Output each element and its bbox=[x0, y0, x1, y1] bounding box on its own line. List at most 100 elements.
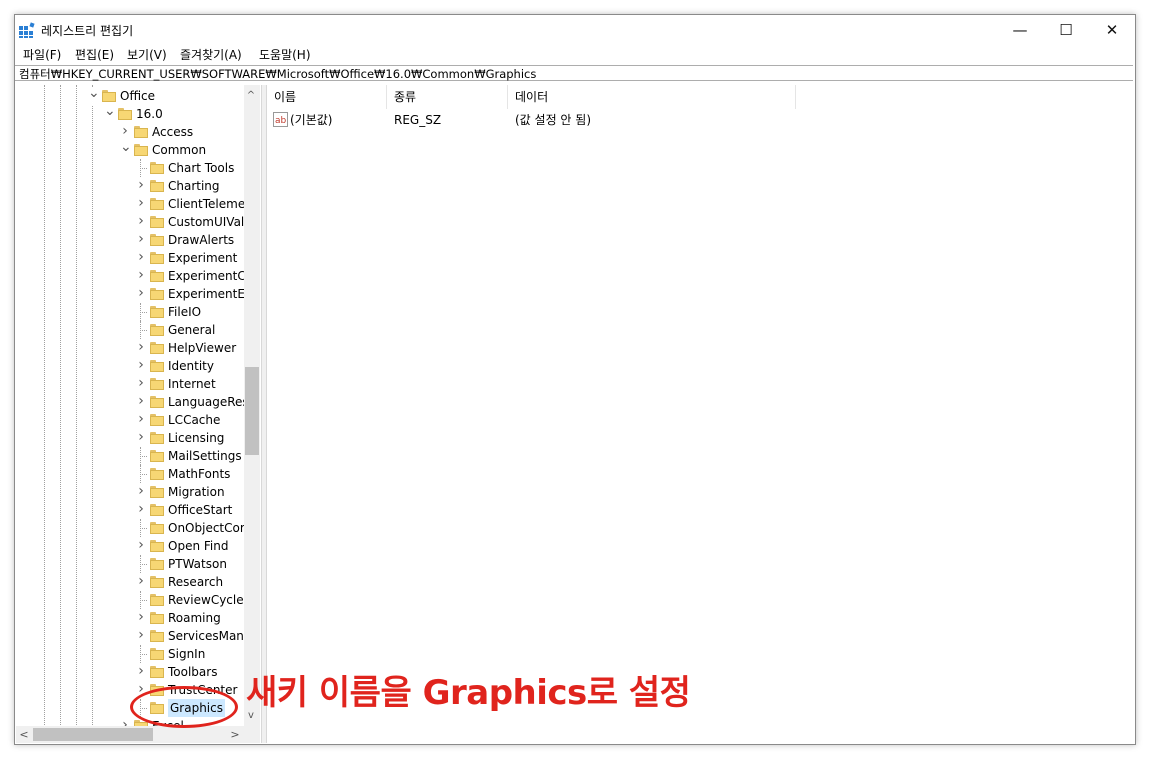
collapse-chevron-icon[interactable]: ⌄ bbox=[104, 104, 116, 123]
registry-editor-icon bbox=[19, 22, 35, 38]
tree-item[interactable]: › Charting bbox=[16, 177, 260, 195]
tree-item[interactable]: › Licensing bbox=[16, 429, 260, 447]
tree-item[interactable]: › Identity bbox=[16, 357, 260, 375]
tree-item[interactable]: ⌄ Office bbox=[16, 86, 260, 105]
tree-item[interactable]: › CustomUIValid bbox=[16, 213, 260, 231]
tree-item-label: OnObjectCom bbox=[168, 521, 252, 535]
expand-chevron-icon[interactable]: › bbox=[136, 213, 146, 231]
expand-chevron-icon[interactable]: › bbox=[136, 177, 146, 195]
tree-vertical-scroll-thumb[interactable] bbox=[245, 367, 259, 455]
tree-item[interactable]: ReviewCycle bbox=[16, 591, 260, 609]
folder-icon bbox=[150, 468, 164, 480]
collapse-chevron-icon[interactable]: ⌄ bbox=[88, 86, 100, 105]
expand-chevron-icon[interactable]: › bbox=[136, 609, 146, 627]
expand-chevron-icon[interactable]: › bbox=[136, 285, 146, 303]
tree-item[interactable]: › ExperimentCo bbox=[16, 267, 260, 285]
tree-item[interactable]: › Migration bbox=[16, 483, 260, 501]
tree-connector-line bbox=[140, 330, 147, 331]
expand-chevron-icon[interactable]: › bbox=[136, 357, 146, 375]
minimize-button[interactable]: — bbox=[997, 15, 1043, 45]
menu-favorites[interactable]: 즐겨찾기(A) bbox=[180, 46, 242, 63]
tree-item[interactable]: Chart Tools bbox=[16, 159, 260, 177]
expand-chevron-icon[interactable]: › bbox=[136, 375, 146, 393]
menu-view[interactable]: 보기(V) bbox=[127, 46, 167, 63]
tree-item[interactable]: › ClientTelemet bbox=[16, 195, 260, 213]
tree-item-label: Identity bbox=[168, 359, 214, 373]
tree-item-label: CustomUIValid bbox=[168, 215, 256, 229]
tree-item[interactable]: SignIn bbox=[16, 645, 260, 663]
tree-item-label: Toolbars bbox=[168, 665, 218, 679]
tree-item-label: Licensing bbox=[168, 431, 225, 445]
menu-edit[interactable]: 편집(E) bbox=[75, 46, 114, 63]
tree-item[interactable]: MailSettings bbox=[16, 447, 260, 465]
tree-item[interactable]: FileIO bbox=[16, 303, 260, 321]
address-bar[interactable]: 컴퓨터₩HKEY_CURRENT_USER₩SOFTWARE₩Microsoft… bbox=[15, 65, 1133, 81]
expand-chevron-icon[interactable]: › bbox=[136, 429, 146, 447]
expand-chevron-icon[interactable]: › bbox=[136, 231, 146, 249]
collapse-chevron-icon[interactable]: ⌄ bbox=[120, 140, 132, 159]
menu-file[interactable]: 파일(F) bbox=[23, 46, 61, 63]
tree-item[interactable]: › Access bbox=[16, 123, 260, 141]
folder-icon bbox=[102, 90, 116, 102]
folder-icon bbox=[150, 162, 164, 174]
tree-horizontal-scroll-thumb[interactable] bbox=[33, 728, 153, 741]
tree-item-label: Charting bbox=[168, 179, 220, 193]
expand-chevron-icon[interactable]: › bbox=[136, 627, 146, 645]
registry-tree[interactable]: ⌄ Office ⌄ 16.0 › Access ⌄ Common Chart Tools › Ch… bbox=[16, 85, 260, 743]
column-header-type[interactable]: 종류 bbox=[387, 85, 508, 109]
tree-item[interactable]: PTWatson bbox=[16, 555, 260, 573]
expand-chevron-icon[interactable]: › bbox=[136, 195, 146, 213]
instruction-annotation: 새키 이름을 Graphics로 설정 bbox=[246, 673, 691, 713]
expand-chevron-icon[interactable]: › bbox=[136, 249, 146, 267]
tree-item[interactable]: General bbox=[16, 321, 260, 339]
expand-chevron-icon[interactable]: › bbox=[136, 393, 146, 411]
expand-chevron-icon[interactable]: › bbox=[136, 411, 146, 429]
value-name[interactable]: (기본값) bbox=[290, 111, 332, 129]
tree-item-label: Internet bbox=[168, 377, 216, 391]
folder-icon bbox=[150, 540, 164, 552]
tree-item[interactable]: ⌄ 16.0 bbox=[16, 104, 260, 123]
expand-chevron-icon[interactable]: › bbox=[136, 339, 146, 357]
tree-item-label: General bbox=[168, 323, 216, 337]
values-list[interactable]: 이름 종류 데이터 ab (기본값) REG_SZ (값 설정 안 됨) bbox=[267, 85, 1134, 743]
tree-item[interactable]: › Experiment bbox=[16, 249, 260, 267]
tree-item[interactable]: › ExperimentEcs bbox=[16, 285, 260, 303]
expand-chevron-icon[interactable]: › bbox=[136, 573, 146, 591]
title-bar[interactable]: 레지스트리 편집기 — ☐ ✕ bbox=[15, 15, 1135, 45]
tree-item[interactable]: ⌄ Common bbox=[16, 140, 260, 159]
scroll-up-icon[interactable]: ^ bbox=[246, 87, 256, 105]
tree-item[interactable]: OnObjectCom bbox=[16, 519, 260, 537]
close-button[interactable]: ✕ bbox=[1089, 15, 1135, 45]
column-header-name[interactable]: 이름 bbox=[267, 85, 387, 109]
maximize-button[interactable]: ☐ bbox=[1043, 15, 1089, 45]
tree-item[interactable]: › LCCache bbox=[16, 411, 260, 429]
tree-item[interactable]: › HelpViewer bbox=[16, 339, 260, 357]
tree-item[interactable]: › Roaming bbox=[16, 609, 260, 627]
tree-item[interactable]: › LanguageReso bbox=[16, 393, 260, 411]
tree-item-label: Open Find bbox=[168, 539, 229, 553]
column-header-data[interactable]: 데이터 bbox=[508, 85, 796, 109]
tree-item-label: PTWatson bbox=[168, 557, 227, 571]
folder-icon bbox=[150, 324, 164, 336]
tree-item[interactable]: › OfficeStart bbox=[16, 501, 260, 519]
expand-chevron-icon[interactable]: › bbox=[136, 267, 146, 285]
tree-item[interactable]: MathFonts bbox=[16, 465, 260, 483]
scroll-left-icon[interactable]: < bbox=[19, 726, 29, 744]
tree-item[interactable]: › Open Find bbox=[16, 537, 260, 555]
tree-connector-line bbox=[140, 312, 147, 313]
tree-item[interactable]: › ServicesMana bbox=[16, 627, 260, 645]
expand-chevron-icon[interactable]: › bbox=[136, 663, 146, 681]
tree-item[interactable]: › Research bbox=[16, 573, 260, 591]
scroll-right-icon[interactable]: > bbox=[230, 726, 240, 744]
tree-item[interactable]: › Toolbars bbox=[16, 663, 260, 681]
tree-item-label: Common bbox=[152, 143, 207, 157]
folder-icon bbox=[150, 666, 164, 678]
tree-item[interactable]: › Internet bbox=[16, 375, 260, 393]
tree-item[interactable]: › DrawAlerts bbox=[16, 231, 260, 249]
expand-chevron-icon[interactable]: › bbox=[136, 537, 146, 555]
expand-chevron-icon[interactable]: › bbox=[136, 483, 146, 501]
folder-icon bbox=[118, 108, 132, 120]
expand-chevron-icon[interactable]: › bbox=[136, 501, 146, 519]
menu-help[interactable]: 도움말(H) bbox=[259, 46, 311, 63]
tree-connector-line bbox=[140, 168, 147, 169]
